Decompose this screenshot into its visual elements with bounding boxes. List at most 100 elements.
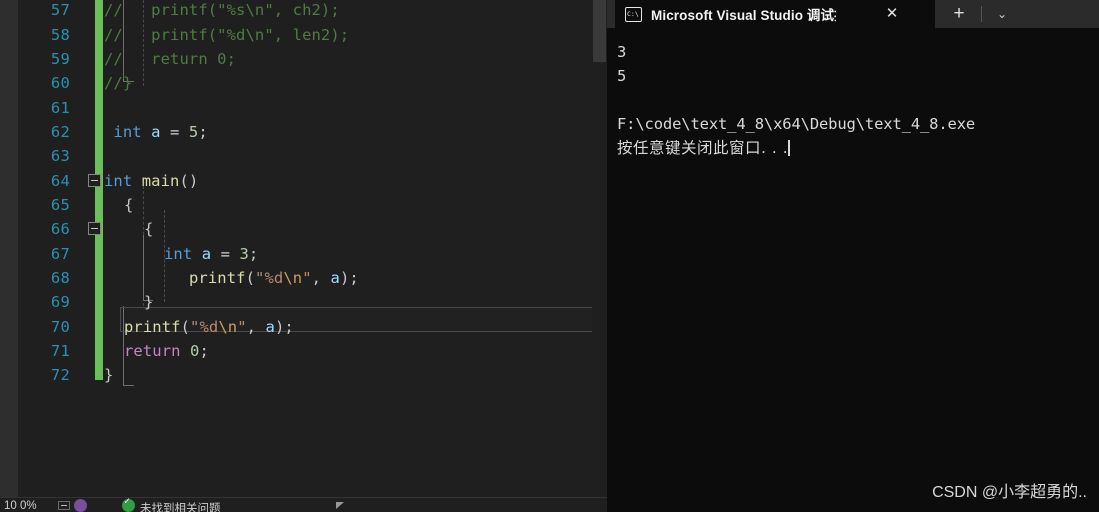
- console-icon: [625, 6, 642, 22]
- code-token: return 0;: [132, 49, 237, 68]
- code-line[interactable]: 59 // return 0;: [18, 47, 607, 71]
- code-token: (): [179, 171, 199, 190]
- editor-scrollbar-thumb[interactable]: [593, 0, 606, 62]
- fold-gutter-slot: [76, 315, 104, 339]
- code-text: // printf("%s\n", ch2);: [104, 1, 607, 19]
- code-line[interactable]: 58 // printf("%d\n", len2);: [18, 22, 607, 46]
- line-number: 58: [50, 25, 70, 44]
- editor-text-area[interactable]: 57// printf("%s\n", ch2); 58// printf("%d…: [18, 0, 607, 497]
- fold-collapse-icon[interactable]: [76, 217, 104, 241]
- zoom-level-label[interactable]: 10 0%: [4, 500, 37, 512]
- code-token: ;: [198, 122, 208, 141]
- line-number: 69: [50, 293, 70, 312]
- code-token: {: [144, 220, 154, 239]
- code-token: printf: [189, 269, 246, 288]
- code-token: int: [104, 122, 152, 141]
- code-line[interactable]: 66 {: [18, 217, 607, 241]
- line-number: 57: [50, 1, 70, 20]
- code-line[interactable]: 57 // printf("%s\n", ch2);: [18, 0, 607, 22]
- code-token: //: [104, 1, 133, 20]
- code-token: ,: [246, 317, 266, 336]
- terminal-pane[interactable]: Microsoft Visual Studio 调试控 ✕ + ⌄ 3 5 F:\…: [607, 0, 1099, 512]
- terminal-output-line: 3: [617, 43, 627, 61]
- code-line[interactable]: 72}: [18, 363, 607, 387]
- code-text: {: [104, 196, 607, 214]
- editor-scrollbar[interactable]: [592, 0, 607, 497]
- code-token: a: [265, 317, 275, 336]
- code-token: }: [144, 293, 154, 312]
- terminal-tab-bar: Microsoft Visual Studio 调试控 ✕ + ⌄: [607, 0, 1099, 28]
- code-token: //: [104, 25, 133, 44]
- plus-icon[interactable]: +: [937, 0, 981, 28]
- line-number: 63: [50, 147, 70, 166]
- line-number: 67: [50, 244, 70, 263]
- code-token: a: [201, 244, 212, 263]
- code-text: // return 0;: [104, 50, 607, 68]
- code-line[interactable]: 68 printf("%d\n", a);: [18, 266, 607, 290]
- code-line[interactable]: 63: [18, 144, 607, 168]
- fold-gutter-slot: [76, 266, 104, 290]
- code-editor-pane[interactable]: 57// printf("%s\n", ch2); 58// printf("%d…: [0, 0, 607, 512]
- line-number: 68: [50, 269, 70, 288]
- triangle-icon[interactable]: [336, 502, 344, 509]
- code-token: (: [245, 269, 256, 288]
- fold-box[interactable]: [88, 222, 101, 236]
- code-line[interactable]: 70 printf("%d\n", a);: [18, 315, 607, 339]
- code-text: //}: [104, 74, 607, 92]
- code-token: }: [104, 366, 114, 385]
- fold-collapse-icon[interactable]: [76, 169, 104, 193]
- code-line[interactable]: 62 int a = 5;: [18, 120, 607, 144]
- terminal-caret: [788, 140, 791, 156]
- close-icon[interactable]: ✕: [884, 6, 900, 22]
- code-token: 5: [188, 122, 199, 141]
- code-text: int main(): [104, 172, 607, 190]
- minus-icon[interactable]: [58, 501, 70, 510]
- code-text: int a = 3;: [104, 245, 607, 263]
- line-number: 61: [50, 98, 70, 117]
- code-text: }: [104, 293, 607, 311]
- line-number: 64: [50, 171, 70, 190]
- code-line[interactable]: 71 return 0;: [18, 339, 607, 363]
- terminal-output-line: F:\code\text_4_8\x64\Debug\text_4_8.exe: [617, 115, 976, 133]
- check-circle-icon[interactable]: [122, 498, 135, 512]
- activity-bar-strip: [0, 0, 18, 512]
- fold-gutter-slot: [76, 144, 104, 168]
- code-text: }: [104, 366, 607, 384]
- code-line[interactable]: 67 int a = 3;: [18, 242, 607, 266]
- debug-icon[interactable]: [74, 499, 87, 512]
- line-number: 72: [50, 366, 70, 385]
- code-line[interactable]: 61: [18, 95, 607, 119]
- code-text: // printf("%d\n", len2);: [104, 26, 607, 44]
- status-bar: 10 0% 未找到相关问题: [0, 497, 607, 512]
- code-token: =: [211, 244, 240, 263]
- code-token: printf("%s\n", ch2);: [132, 1, 340, 20]
- code-line[interactable]: 64 int main(): [18, 168, 607, 192]
- code-line[interactable]: 69}: [18, 290, 607, 314]
- code-token: \n: [218, 317, 238, 336]
- line-number: 59: [50, 49, 70, 68]
- code-token: return: [124, 342, 181, 361]
- watermark-label: CSDN @小李超勇的..: [932, 484, 1087, 501]
- code-token: );: [339, 269, 359, 288]
- status-message: 未找到相关问题: [140, 503, 221, 512]
- code-text: int a = 5;: [104, 123, 607, 141]
- fold-box[interactable]: [88, 173, 101, 187]
- code-token: //}: [104, 74, 133, 93]
- terminal-output-line: 按任意键关闭此窗口. . .: [617, 139, 791, 157]
- terminal-output[interactable]: 3 5 F:\code\text_4_8\x64\Debug\text_4_8.e…: [607, 28, 1099, 512]
- fold-gutter-slot: [76, 23, 104, 47]
- chevron-down-icon[interactable]: ⌄: [982, 0, 1022, 28]
- fold-gutter-slot: [76, 193, 104, 217]
- line-number: 71: [50, 342, 70, 361]
- code-token: "%d: [190, 317, 219, 336]
- terminal-output-line: 5: [617, 67, 627, 85]
- code-line[interactable]: 60 //}: [18, 71, 607, 95]
- code-line[interactable]: 65 {: [18, 193, 607, 217]
- code-token: //: [104, 49, 133, 68]
- code-token: a: [151, 122, 161, 141]
- code-token: ;: [248, 244, 259, 263]
- code-token: int: [164, 244, 202, 263]
- fold-gutter-slot: [76, 96, 104, 120]
- code-token: a: [330, 269, 340, 288]
- code-token: printf("%d\n", len2);: [132, 25, 350, 44]
